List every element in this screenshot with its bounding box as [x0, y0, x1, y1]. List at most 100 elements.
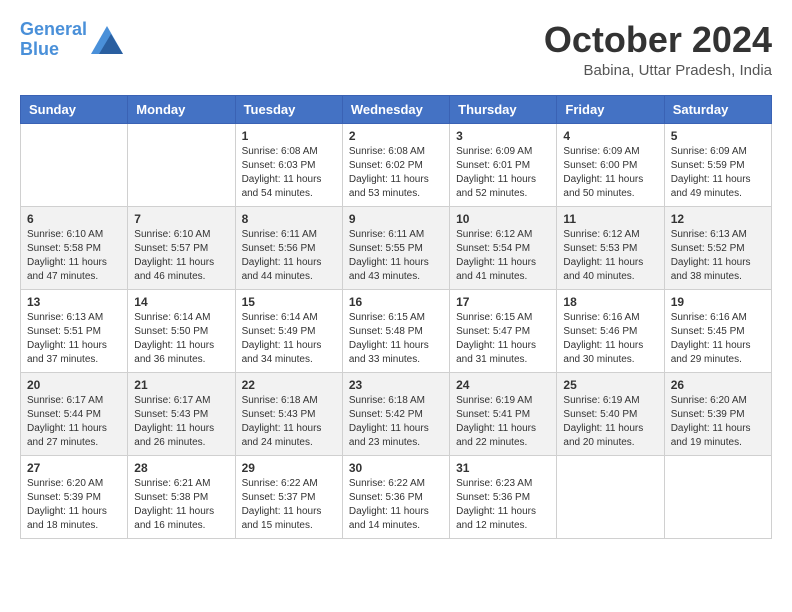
logo-icon [91, 26, 123, 54]
day-info: Sunrise: 6:13 AMSunset: 5:52 PMDaylight:… [671, 228, 765, 284]
day-number: 10 [456, 212, 550, 226]
day-number: 25 [563, 378, 657, 392]
day-number: 12 [671, 212, 765, 226]
day-number: 8 [242, 212, 336, 226]
calendar-cell: 21Sunrise: 6:17 AMSunset: 5:43 PMDayligh… [128, 372, 235, 455]
calendar-cell: 8 Sunrise: 6:11 AMSunset: 5:56 PMDaylight… [235, 206, 342, 289]
calendar-cell [128, 123, 235, 206]
day-number: 3 [456, 129, 550, 143]
day-number: 17 [456, 295, 550, 309]
day-number: 11 [563, 212, 657, 226]
day-number: 7 [134, 212, 228, 226]
day-info: Sunrise: 6:20 AMSunset: 5:39 PMDaylight:… [27, 477, 121, 533]
calendar-cell: 31Sunrise: 6:23 AMSunset: 5:36 PMDayligh… [450, 455, 557, 538]
day-info: Sunrise: 6:22 AMSunset: 5:36 PMDaylight:… [349, 477, 443, 533]
weekday-header: Wednesday [342, 95, 449, 123]
day-info: Sunrise: 6:12 AMSunset: 5:53 PMDaylight:… [563, 228, 657, 284]
day-info: Sunrise: 6:20 AMSunset: 5:39 PMDaylight:… [671, 394, 765, 450]
calendar-cell: 23Sunrise: 6:18 AMSunset: 5:42 PMDayligh… [342, 372, 449, 455]
calendar-cell: 17 Sunrise: 6:15 AMSunset: 5:47 PMDayligh… [450, 289, 557, 372]
calendar-cell: 12 Sunrise: 6:13 AMSunset: 5:52 PMDayligh… [664, 206, 771, 289]
day-info: Sunrise: 6:09 AMSunset: 6:00 PMDaylight:… [563, 145, 657, 201]
day-number: 29 [242, 461, 336, 475]
month-title: October 2024 [544, 20, 772, 60]
day-info: Sunrise: 6:17 AMSunset: 5:44 PMDaylight:… [27, 394, 121, 450]
day-info: Sunrise: 6:10 AMSunset: 5:57 PMDaylight:… [134, 228, 228, 284]
calendar-cell: 7 Sunrise: 6:10 AMSunset: 5:57 PMDaylight… [128, 206, 235, 289]
logo-general: General [20, 19, 87, 39]
calendar-cell: 14Sunrise: 6:14 AMSunset: 5:50 PMDayligh… [128, 289, 235, 372]
day-info: Sunrise: 6:15 AMSunset: 5:48 PMDaylight:… [349, 311, 443, 367]
calendar-cell: 15 Sunrise: 6:14 AMSunset: 5:49 PMDayligh… [235, 289, 342, 372]
weekday-header: Sunday [21, 95, 128, 123]
calendar-week-row: 20 Sunrise: 6:17 AMSunset: 5:44 PMDayligh… [21, 372, 772, 455]
day-info: Sunrise: 6:14 AMSunset: 5:50 PMDaylight:… [134, 311, 228, 367]
day-info: Sunrise: 6:08 AMSunset: 6:03 PMDaylight:… [242, 145, 336, 201]
calendar-cell: 9 Sunrise: 6:11 AMSunset: 5:55 PMDaylight… [342, 206, 449, 289]
calendar-cell: 20 Sunrise: 6:17 AMSunset: 5:44 PMDayligh… [21, 372, 128, 455]
day-info: Sunrise: 6:22 AMSunset: 5:37 PMDaylight:… [242, 477, 336, 533]
calendar-cell: 29 Sunrise: 6:22 AMSunset: 5:37 PMDayligh… [235, 455, 342, 538]
calendar-cell: 11 Sunrise: 6:12 AMSunset: 5:53 PMDayligh… [557, 206, 664, 289]
calendar-cell: 5Sunrise: 6:09 AMSunset: 5:59 PMDaylight… [664, 123, 771, 206]
day-number: 19 [671, 295, 765, 309]
calendar-cell: 22 Sunrise: 6:18 AMSunset: 5:43 PMDayligh… [235, 372, 342, 455]
day-info: Sunrise: 6:18 AMSunset: 5:43 PMDaylight:… [242, 394, 336, 450]
logo-blue: Blue [20, 39, 59, 59]
calendar-cell: 4Sunrise: 6:09 AMSunset: 6:00 PMDaylight… [557, 123, 664, 206]
calendar-cell: 3Sunrise: 6:09 AMSunset: 6:01 PMDaylight… [450, 123, 557, 206]
day-number: 20 [27, 378, 121, 392]
logo: General Blue [20, 20, 123, 60]
day-info: Sunrise: 6:15 AMSunset: 5:47 PMDaylight:… [456, 311, 550, 367]
day-info: Sunrise: 6:16 AMSunset: 5:45 PMDaylight:… [671, 311, 765, 367]
day-number: 27 [27, 461, 121, 475]
page-header: General Blue October 2024 Babina, Uttar … [20, 20, 772, 79]
calendar-cell [21, 123, 128, 206]
calendar-cell: 24Sunrise: 6:19 AMSunset: 5:41 PMDayligh… [450, 372, 557, 455]
calendar-cell: 10Sunrise: 6:12 AMSunset: 5:54 PMDayligh… [450, 206, 557, 289]
title-section: October 2024 Babina, Uttar Pradesh, Indi… [544, 20, 772, 79]
calendar-cell: 1 Sunrise: 6:08 AMSunset: 6:03 PMDaylight… [235, 123, 342, 206]
calendar-week-row: 1 Sunrise: 6:08 AMSunset: 6:03 PMDaylight… [21, 123, 772, 206]
weekday-header: Thursday [450, 95, 557, 123]
day-number: 21 [134, 378, 228, 392]
calendar: SundayMondayTuesdayWednesdayThursdayFrid… [20, 95, 772, 539]
weekday-header: Friday [557, 95, 664, 123]
calendar-week-row: 6 Sunrise: 6:10 AMSunset: 5:58 PMDaylight… [21, 206, 772, 289]
day-number: 24 [456, 378, 550, 392]
logo-text: General Blue [20, 20, 87, 60]
day-number: 15 [242, 295, 336, 309]
day-info: Sunrise: 6:18 AMSunset: 5:42 PMDaylight:… [349, 394, 443, 450]
calendar-week-row: 13 Sunrise: 6:13 AMSunset: 5:51 PMDayligh… [21, 289, 772, 372]
day-number: 6 [27, 212, 121, 226]
calendar-cell: 6 Sunrise: 6:10 AMSunset: 5:58 PMDaylight… [21, 206, 128, 289]
calendar-cell [557, 455, 664, 538]
weekday-header-row: SundayMondayTuesdayWednesdayThursdayFrid… [21, 95, 772, 123]
day-number: 9 [349, 212, 443, 226]
day-number: 16 [349, 295, 443, 309]
day-number: 28 [134, 461, 228, 475]
day-info: Sunrise: 6:10 AMSunset: 5:58 PMDaylight:… [27, 228, 121, 284]
day-number: 22 [242, 378, 336, 392]
day-number: 13 [27, 295, 121, 309]
day-info: Sunrise: 6:23 AMSunset: 5:36 PMDaylight:… [456, 477, 550, 533]
calendar-cell [664, 455, 771, 538]
calendar-cell: 16 Sunrise: 6:15 AMSunset: 5:48 PMDayligh… [342, 289, 449, 372]
day-number: 18 [563, 295, 657, 309]
day-number: 30 [349, 461, 443, 475]
day-info: Sunrise: 6:11 AMSunset: 5:56 PMDaylight:… [242, 228, 336, 284]
calendar-cell: 25Sunrise: 6:19 AMSunset: 5:40 PMDayligh… [557, 372, 664, 455]
day-info: Sunrise: 6:14 AMSunset: 5:49 PMDaylight:… [242, 311, 336, 367]
weekday-header: Saturday [664, 95, 771, 123]
day-number: 2 [349, 129, 443, 143]
day-info: Sunrise: 6:16 AMSunset: 5:46 PMDaylight:… [563, 311, 657, 367]
day-number: 5 [671, 129, 765, 143]
calendar-cell: 2Sunrise: 6:08 AMSunset: 6:02 PMDaylight… [342, 123, 449, 206]
calendar-week-row: 27 Sunrise: 6:20 AMSunset: 5:39 PMDayligh… [21, 455, 772, 538]
day-info: Sunrise: 6:11 AMSunset: 5:55 PMDaylight:… [349, 228, 443, 284]
calendar-cell: 28Sunrise: 6:21 AMSunset: 5:38 PMDayligh… [128, 455, 235, 538]
calendar-cell: 30 Sunrise: 6:22 AMSunset: 5:36 PMDayligh… [342, 455, 449, 538]
day-number: 1 [242, 129, 336, 143]
location: Babina, Uttar Pradesh, India [544, 62, 772, 79]
day-info: Sunrise: 6:13 AMSunset: 5:51 PMDaylight:… [27, 311, 121, 367]
